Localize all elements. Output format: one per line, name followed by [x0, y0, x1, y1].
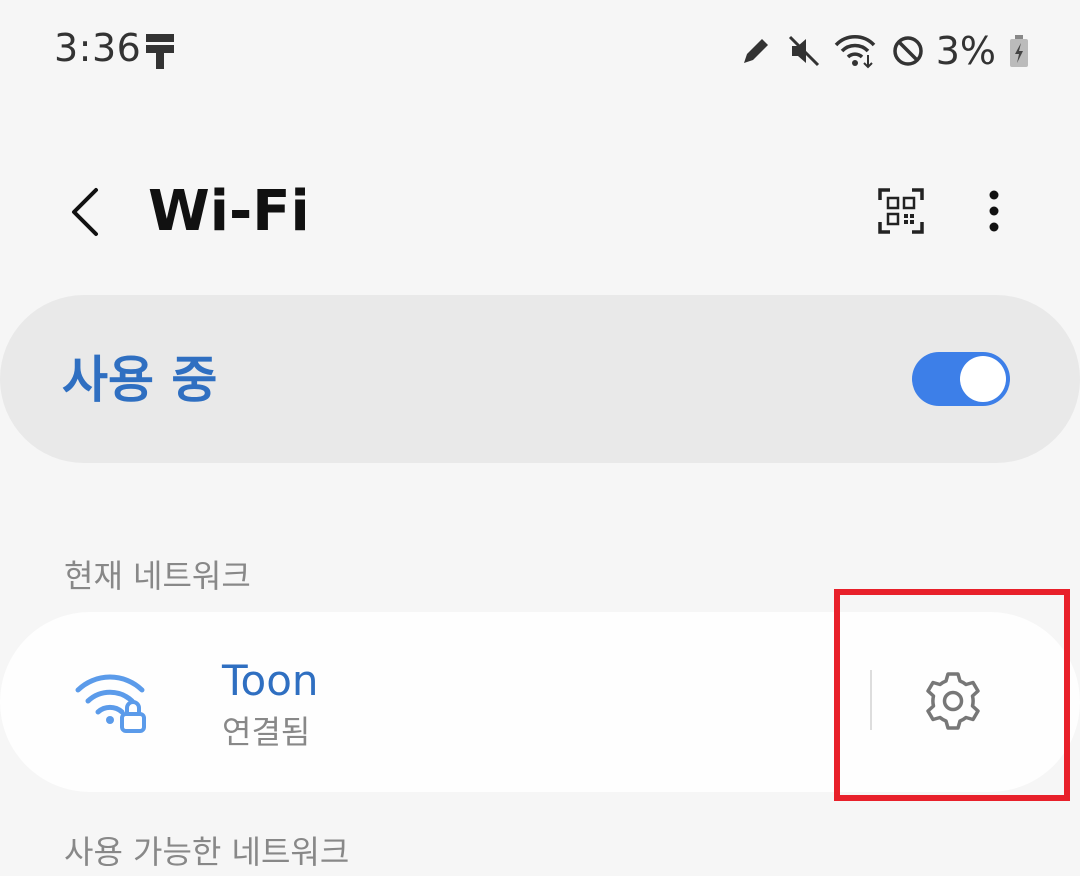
- toggle-knob: [960, 356, 1006, 402]
- battery-percentage: 3%: [935, 29, 996, 73]
- network-name: Toon: [222, 656, 319, 705]
- app-notification-icon: [140, 30, 180, 74]
- available-networks-header: 사용 가능한 네트워크: [64, 833, 350, 871]
- wifi-master-label: 사용 중: [62, 351, 218, 409]
- gear-icon: [926, 672, 980, 730]
- divider: [870, 670, 872, 730]
- network-status: 연결됨: [222, 713, 311, 751]
- qr-scanner-icon: [878, 188, 924, 234]
- status-bar: 3:36 3%: [0, 0, 1080, 100]
- page-title: Wi-Fi: [148, 179, 310, 244]
- wifi-toggle-switch[interactable]: [912, 352, 1010, 406]
- current-network-item[interactable]: [0, 612, 1080, 792]
- status-icons: 3%: [726, 26, 1030, 76]
- status-time: 3:36: [54, 26, 142, 70]
- more-vert-icon: [989, 190, 999, 232]
- back-button[interactable]: [58, 180, 112, 244]
- qr-scanner-button[interactable]: [876, 186, 926, 236]
- current-network-header: 현재 네트워크: [64, 557, 251, 595]
- more-options-button[interactable]: [974, 186, 1014, 236]
- mute-icon: [786, 33, 822, 69]
- wifi-secured-icon: [74, 668, 150, 734]
- wifi-data-icon: [834, 33, 878, 69]
- battery-charging-icon: [1008, 33, 1030, 69]
- pen-icon: [738, 33, 774, 69]
- chevron-left-icon: [72, 188, 98, 236]
- network-settings-button[interactable]: [922, 670, 984, 732]
- do-not-disturb-icon: [890, 33, 926, 69]
